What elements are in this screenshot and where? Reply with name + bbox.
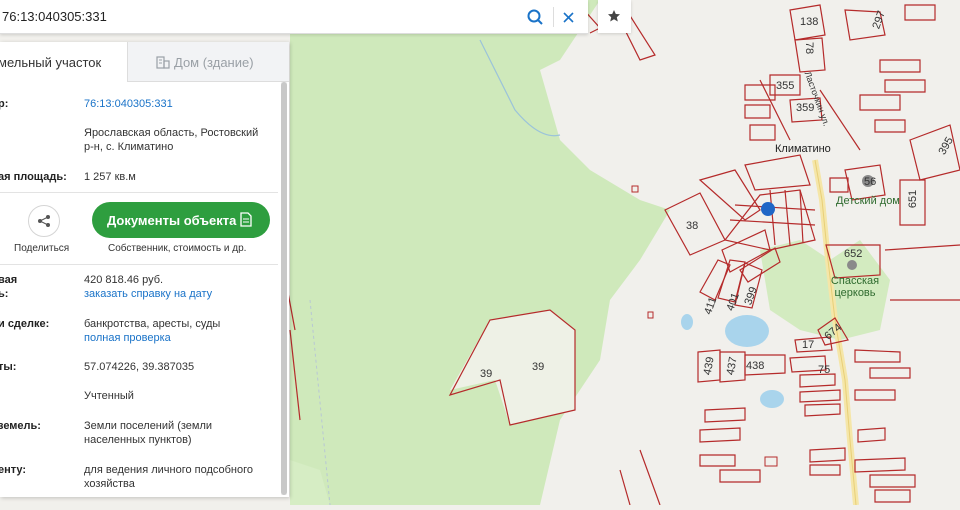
panel-tabs: мельный участок Дом (здание) — [0, 42, 289, 82]
parcel-label: 17 — [802, 339, 815, 351]
area-value: 1 257 кв.м — [84, 171, 136, 183]
permitted-use-label: енту: — [0, 464, 27, 476]
search-divider — [553, 7, 554, 27]
kindergarten-label: Детский дом — [836, 195, 900, 207]
order-certificate-link[interactable]: заказать справку на дату — [84, 287, 274, 301]
pond — [725, 315, 769, 347]
search-bar[interactable]: 76:13:040305:331 — [0, 0, 588, 34]
building-icon — [156, 56, 170, 69]
status-value: Учтенный — [84, 390, 134, 402]
panel-scrollbar[interactable] — [281, 82, 287, 495]
deal-label: и сделке: — [0, 318, 50, 330]
parcel-label: 359 — [796, 102, 815, 114]
parcel-label: 38 — [686, 220, 699, 232]
pond-2 — [760, 390, 784, 408]
cadastral-number-link[interactable]: 76:13:040305:331 — [84, 97, 274, 111]
cost-label-line: вая — [0, 274, 18, 286]
docs-subtitle: Собственник, стоимость и др. — [108, 243, 247, 254]
full-check-link[interactable]: полная проверка — [84, 331, 274, 345]
parcel-label: 75 — [818, 364, 831, 376]
church-icon — [847, 260, 857, 270]
tab-label: Дом (здание) — [174, 55, 254, 70]
document-icon — [240, 212, 252, 227]
land-category-line: Земли поселений (земли — [84, 420, 213, 432]
search-input[interactable]: 76:13:040305:331 — [2, 9, 107, 24]
docs-button-label: Документы объекта — [107, 213, 237, 228]
permitted-use-line: хозяйства — [84, 478, 135, 490]
parcel-label: 651 — [907, 189, 920, 209]
location-marker[interactable] — [761, 202, 775, 216]
parcel-label: 138 — [800, 16, 819, 28]
parcel-label: 39 — [532, 361, 545, 373]
parcel-label: 438 — [746, 360, 765, 372]
deal-value: банкротства, аресты, суды полная проверк… — [84, 317, 274, 345]
cost-label: вая ь: — [0, 273, 17, 301]
star-icon — [608, 10, 620, 22]
area-label: ая площадь: — [0, 171, 67, 183]
divider — [0, 264, 278, 265]
cost-label-line: ь: — [0, 288, 9, 300]
parcel-label: 39 — [480, 368, 493, 380]
address-line: р-н, с. Климатино — [84, 141, 174, 153]
address-line: Ярославская область, Ростовский — [84, 127, 259, 139]
cost-value: 420 818.46 руб. заказать справку на дату — [84, 273, 274, 301]
scrollbar-thumb[interactable] — [281, 82, 287, 495]
share-button[interactable] — [28, 205, 60, 237]
land-category-value: Земли поселений (земли населенных пункто… — [84, 419, 274, 447]
land-category-line: населенных пунктов) — [84, 434, 192, 446]
tab-land-plot[interactable]: мельный участок — [0, 42, 128, 82]
search-icon[interactable] — [526, 8, 544, 26]
share-label[interactable]: Поделиться — [14, 243, 69, 254]
permitted-use-value: для ведения личного подсобного хозяйства — [84, 463, 274, 491]
deal-text: банкротства, аресты, суды — [84, 318, 221, 330]
object-documents-button[interactable]: Документы объекта — [92, 202, 270, 238]
coords-label: ты: — [0, 361, 17, 373]
tab-building[interactable]: Дом (здание) — [128, 42, 289, 82]
cadastral-label: р: — [0, 98, 9, 110]
coords-value: 57.074226, 39.387035 — [84, 361, 195, 373]
parcel-label: 56 — [864, 176, 877, 188]
parcel-label: 652 — [844, 248, 863, 260]
church-label: Спасская церковь — [830, 275, 880, 299]
close-icon[interactable] — [561, 8, 577, 26]
tab-label: мельный участок — [0, 55, 102, 70]
address-value: Ярославская область, Ростовский р-н, с. … — [84, 126, 274, 154]
pond-small — [681, 314, 693, 330]
cost-amount: 420 818.46 руб. — [84, 274, 164, 286]
land-category-label: земель: — [0, 420, 41, 432]
village-label: Климатино — [775, 143, 831, 155]
favorite-button[interactable] — [598, 0, 631, 33]
info-panel: мельный участок Дом (здание) р: 76:13:04… — [0, 42, 289, 497]
permitted-use-line: для ведения личного подсобного — [84, 464, 254, 476]
divider — [0, 192, 278, 193]
parcel-label: 355 — [776, 80, 795, 92]
share-icon — [38, 215, 50, 227]
parcel-label: 78 — [803, 41, 816, 55]
